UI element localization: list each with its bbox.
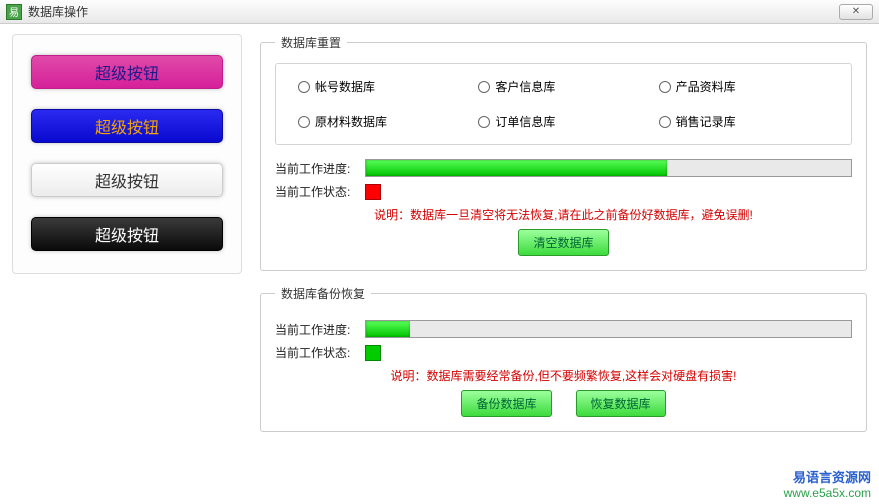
radio-icon: [298, 81, 310, 93]
status-label: 当前工作状态:: [275, 344, 357, 361]
window-title: 数据库操作: [28, 3, 839, 20]
radio-grid: 帐号数据库 客户信息库 产品资料库 原材料数据库 订单信息库 销售记录库: [275, 63, 852, 145]
super-button-2[interactable]: 超级按钮: [31, 109, 223, 143]
radio-icon: [659, 81, 671, 93]
reset-progress-bar: [365, 159, 852, 177]
status-indicator-green: [365, 345, 381, 361]
radio-label: 原材料数据库: [315, 113, 387, 130]
radio-order-db[interactable]: 订单信息库: [478, 113, 648, 130]
title-bar: 易 数据库操作 ✕: [0, 0, 879, 24]
clear-database-button[interactable]: 清空数据库: [518, 229, 608, 256]
radio-label: 销售记录库: [676, 113, 736, 130]
backup-hint: 说明：数据库需要经常备份,但不要频繁恢复,这样会对硬盘有损害!: [275, 367, 852, 384]
watermark: 易语言资源网 www.e5a5x.com: [784, 470, 871, 500]
radio-icon: [659, 116, 671, 128]
radio-label: 产品资料库: [676, 78, 736, 95]
radio-material-db[interactable]: 原材料数据库: [298, 113, 468, 130]
super-button-1[interactable]: 超级按钮: [31, 55, 223, 89]
progress-label: 当前工作进度:: [275, 160, 357, 177]
backup-progress-fill: [366, 321, 410, 337]
app-icon: 易: [6, 4, 22, 20]
super-button-3[interactable]: 超级按钮: [31, 163, 223, 197]
reset-progress-fill: [366, 160, 667, 176]
status-label: 当前工作状态:: [275, 183, 357, 200]
status-indicator-red: [365, 184, 381, 200]
radio-label: 客户信息库: [495, 78, 555, 95]
backup-progress-bar: [365, 320, 852, 338]
radio-label: 帐号数据库: [315, 78, 375, 95]
database-reset-group: 数据库重置 帐号数据库 客户信息库 产品资料库 原材料数据库 订单信息库 销售记…: [260, 34, 867, 271]
radio-sales-db[interactable]: 销售记录库: [659, 113, 829, 130]
radio-customer-db[interactable]: 客户信息库: [478, 78, 648, 95]
reset-legend: 数据库重置: [275, 34, 347, 51]
radio-label: 订单信息库: [495, 113, 555, 130]
sidebar: 超级按钮 超级按钮 超级按钮 超级按钮: [12, 34, 242, 274]
radio-icon: [298, 116, 310, 128]
database-backup-group: 数据库备份恢复 当前工作进度: 当前工作状态: 说明：数据库需要经常备份,但不要…: [260, 285, 867, 432]
radio-icon: [478, 81, 490, 93]
radio-icon: [478, 116, 490, 128]
close-button[interactable]: ✕: [839, 4, 873, 20]
radio-account-db[interactable]: 帐号数据库: [298, 78, 468, 95]
radio-product-db[interactable]: 产品资料库: [659, 78, 829, 95]
backup-legend: 数据库备份恢复: [275, 285, 371, 302]
backup-database-button[interactable]: 备份数据库: [461, 390, 551, 417]
reset-hint: 说明：数据库一旦清空将无法恢复,请在此之前备份好数据库，避免误删!: [275, 206, 852, 223]
watermark-line2: www.e5a5x.com: [784, 486, 871, 500]
progress-label: 当前工作进度:: [275, 321, 357, 338]
super-button-4[interactable]: 超级按钮: [31, 217, 223, 251]
restore-database-button[interactable]: 恢复数据库: [576, 390, 666, 417]
watermark-line1: 易语言资源网: [784, 470, 871, 486]
